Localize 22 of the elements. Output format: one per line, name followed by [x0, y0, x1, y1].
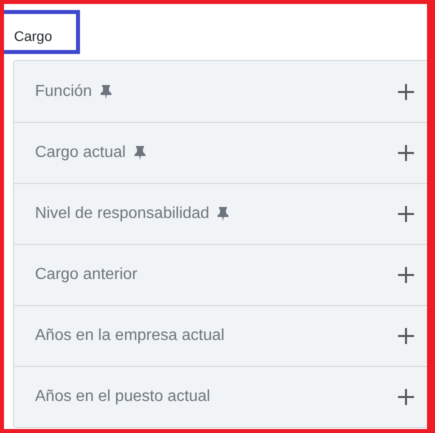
accordion-item[interactable]: Cargo actual — [14, 122, 427, 183]
section-title: Cargo — [14, 27, 52, 46]
accordion-item[interactable]: Función — [14, 61, 427, 122]
item-label: Función — [35, 82, 92, 102]
item-label: Cargo anterior — [35, 265, 138, 285]
pin-icon — [217, 207, 230, 221]
item-label: Cargo actual — [35, 143, 126, 163]
plus-icon[interactable] — [398, 206, 414, 222]
accordion-item[interactable]: Nivel de responsabilidad — [14, 183, 427, 244]
plus-icon[interactable] — [398, 389, 414, 405]
accordion-item[interactable]: Cargo anterior — [14, 244, 427, 305]
plus-icon[interactable] — [398, 145, 414, 161]
pin-icon — [134, 146, 146, 160]
accordion-item[interactable]: Años en el puesto actual — [14, 366, 427, 427]
item-label: Años en el puesto actual — [35, 387, 210, 407]
plus-icon[interactable] — [398, 267, 414, 283]
item-label: Nivel de responsabilidad — [35, 204, 210, 224]
item-label: Años en la empresa actual — [35, 326, 224, 346]
accordion-item[interactable]: Años en la empresa actual — [14, 305, 427, 366]
plus-icon[interactable] — [398, 84, 414, 100]
plus-icon[interactable] — [398, 328, 414, 344]
pin-icon — [100, 84, 112, 98]
